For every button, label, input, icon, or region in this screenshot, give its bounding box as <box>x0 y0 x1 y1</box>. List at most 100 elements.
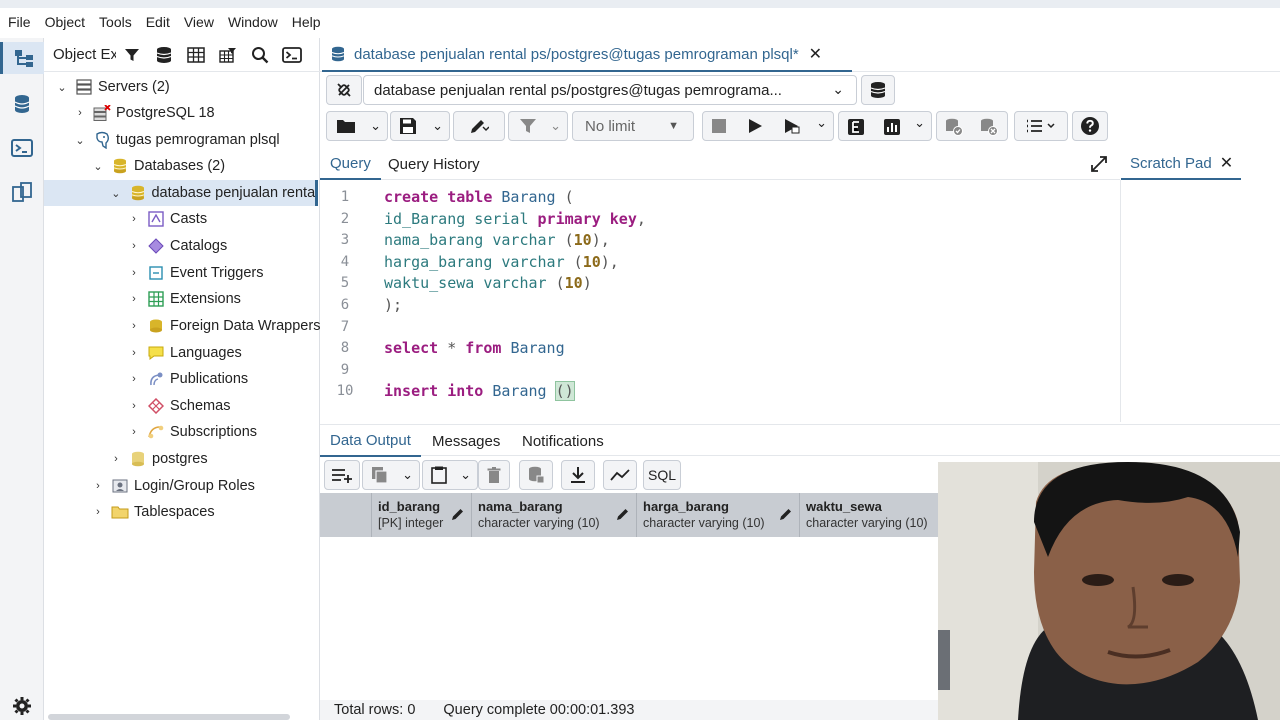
copy-button[interactable]: ⌄ <box>362 460 420 490</box>
object-explorer-scrollbar[interactable] <box>48 714 290 720</box>
new-connection-button[interactable] <box>861 75 895 105</box>
settings-gear-icon[interactable] <box>6 690 38 722</box>
filter-icon[interactable] <box>116 40 148 70</box>
chevron-right-icon[interactable]: › <box>126 347 142 359</box>
connection-select[interactable]: database penjualan rental ps/postgres@tu… <box>363 75 857 105</box>
tab-data-output[interactable]: Data Output <box>320 425 421 457</box>
search-icon[interactable] <box>244 40 276 70</box>
add-row-button[interactable] <box>324 460 360 490</box>
chevron-down-icon[interactable]: ⌄ <box>432 118 443 134</box>
chevron-right-icon[interactable]: › <box>108 453 124 465</box>
tree-subscriptions[interactable]: › Subscriptions <box>126 419 257 445</box>
chevron-down-icon[interactable]: ⌄ <box>370 118 381 134</box>
menu-file[interactable]: File <box>8 14 31 30</box>
graph-visualiser-button[interactable] <box>603 460 637 490</box>
chevron-right-icon[interactable]: › <box>72 107 88 119</box>
chevron-right-icon[interactable]: › <box>126 240 142 252</box>
filter-button[interactable]: ⌄ <box>508 111 568 141</box>
connection-status-button[interactable] <box>326 75 362 105</box>
chevron-down-icon[interactable]: ⌄ <box>72 134 88 147</box>
chevron-right-icon[interactable]: › <box>126 320 142 332</box>
tree-foreign-data-wrappers[interactable]: › Foreign Data Wrappers <box>126 313 320 339</box>
schema-diff-icon[interactable] <box>6 176 38 208</box>
chevron-right-icon[interactable]: › <box>90 506 106 518</box>
tree-databases[interactable]: ⌄ Databases (2) <box>90 153 225 179</box>
tab-query[interactable]: Query <box>320 148 381 180</box>
column-header-id-barang[interactable]: id_barang [PK] integer <box>372 493 472 537</box>
chevron-down-icon[interactable]: ⌄ <box>108 187 124 200</box>
rollback-icon[interactable] <box>979 118 999 139</box>
menu-view[interactable]: View <box>184 14 214 30</box>
chevron-down-icon[interactable]: ⌄ <box>816 115 827 131</box>
tree-database-penjualan[interactable]: ⌄ database penjualan rental ps <box>44 180 318 206</box>
execute-script-icon[interactable] <box>783 118 801 137</box>
menu-edit[interactable]: Edit <box>146 14 170 30</box>
chevron-right-icon[interactable]: › <box>126 426 142 438</box>
tab-query-history[interactable]: Query History <box>388 148 480 180</box>
tree-event-triggers[interactable]: › Event Triggers <box>126 260 263 286</box>
column-header-nama-barang[interactable]: nama_barang character varying (10) <box>472 493 637 537</box>
object-explorer-icon[interactable] <box>0 42 44 74</box>
chevron-right-icon[interactable]: › <box>126 373 142 385</box>
save-data-button[interactable] <box>519 460 553 490</box>
tree-casts[interactable]: › Casts <box>126 206 207 232</box>
tab-messages[interactable]: Messages <box>432 425 500 457</box>
expand-icon[interactable] <box>1090 155 1108 176</box>
database-icon[interactable] <box>6 88 38 120</box>
chevron-right-icon[interactable]: › <box>126 267 142 279</box>
tree-servers[interactable]: ⌄ Servers (2) <box>54 74 169 100</box>
save-file-button[interactable]: ⌄ <box>390 111 450 141</box>
tree-login-group-roles[interactable]: › Login/Group Roles <box>90 473 255 499</box>
column-header-harga-barang[interactable]: harga_barang character varying (10) <box>637 493 800 537</box>
tree-postgresql-18[interactable]: › PostgreSQL 18 <box>72 100 215 126</box>
menu-object[interactable]: Object <box>45 14 85 30</box>
macros-button[interactable] <box>1014 111 1068 141</box>
chevron-right-icon[interactable]: › <box>90 480 106 492</box>
sql-button[interactable]: SQL <box>643 460 681 490</box>
tree-publications[interactable]: › Publications <box>126 366 248 392</box>
tab-notifications[interactable]: Notifications <box>522 425 604 457</box>
edit-pencil-icon[interactable] <box>451 507 465 524</box>
chevron-down-icon[interactable]: ⌄ <box>550 118 561 134</box>
menu-window[interactable]: Window <box>228 14 278 30</box>
chevron-right-icon[interactable]: › <box>126 213 142 225</box>
download-button[interactable] <box>561 460 595 490</box>
commit-icon[interactable] <box>944 118 964 139</box>
scratch-pad-textarea[interactable] <box>1120 180 1280 422</box>
chevron-down-icon[interactable]: ⌄ <box>914 115 925 131</box>
tree-extensions[interactable]: › Extensions <box>126 286 241 312</box>
chevron-right-icon[interactable]: › <box>126 293 142 305</box>
close-icon[interactable]: ✕ <box>809 44 822 64</box>
paste-button[interactable]: ⌄ <box>422 460 478 490</box>
row-limit-select[interactable]: No limit ▼ <box>572 111 694 141</box>
sql-editor[interactable]: 1 2 3 4 5 6 7 8 9 10 create table Barang… <box>320 182 1120 422</box>
column-header-waktu-sewa[interactable]: waktu_sewa character varying (10) <box>800 493 938 537</box>
close-icon[interactable]: ✕ <box>1220 153 1233 173</box>
view-data-icon[interactable] <box>180 40 212 70</box>
tree-tablespaces[interactable]: › Tablespaces <box>90 499 214 525</box>
tab-query-tool[interactable]: database penjualan rental ps/postgres@tu… <box>322 38 852 72</box>
delete-button[interactable] <box>478 460 510 490</box>
edit-pencil-icon[interactable] <box>779 507 793 524</box>
chevron-down-icon[interactable]: ⌄ <box>54 81 70 94</box>
stop-icon[interactable] <box>711 118 727 137</box>
chevron-down-icon[interactable]: ⌄ <box>402 467 413 483</box>
filtered-rows-icon[interactable] <box>212 40 244 70</box>
help-button[interactable] <box>1072 111 1108 141</box>
explain-icon[interactable] <box>847 118 865 139</box>
execute-play-icon[interactable] <box>747 118 763 137</box>
explain-analyze-icon[interactable] <box>883 118 901 139</box>
tree-server-tugas[interactable]: ⌄ tugas pemrograman plsql <box>72 127 280 153</box>
psql-tool-icon[interactable] <box>276 40 308 70</box>
open-file-button[interactable]: ⌄ <box>326 111 388 141</box>
edit-button[interactable] <box>453 111 505 141</box>
tree-catalogs[interactable]: › Catalogs <box>126 233 227 259</box>
edit-pencil-icon[interactable] <box>616 507 630 524</box>
chevron-right-icon[interactable]: › <box>126 400 142 412</box>
menu-help[interactable]: Help <box>292 14 321 30</box>
chevron-down-icon[interactable]: ⌄ <box>90 160 106 173</box>
tree-schemas[interactable]: › Schemas <box>126 393 230 419</box>
menu-tools[interactable]: Tools <box>99 14 132 30</box>
chevron-down-icon[interactable]: ⌄ <box>460 467 471 483</box>
terminal-icon[interactable] <box>6 132 38 164</box>
